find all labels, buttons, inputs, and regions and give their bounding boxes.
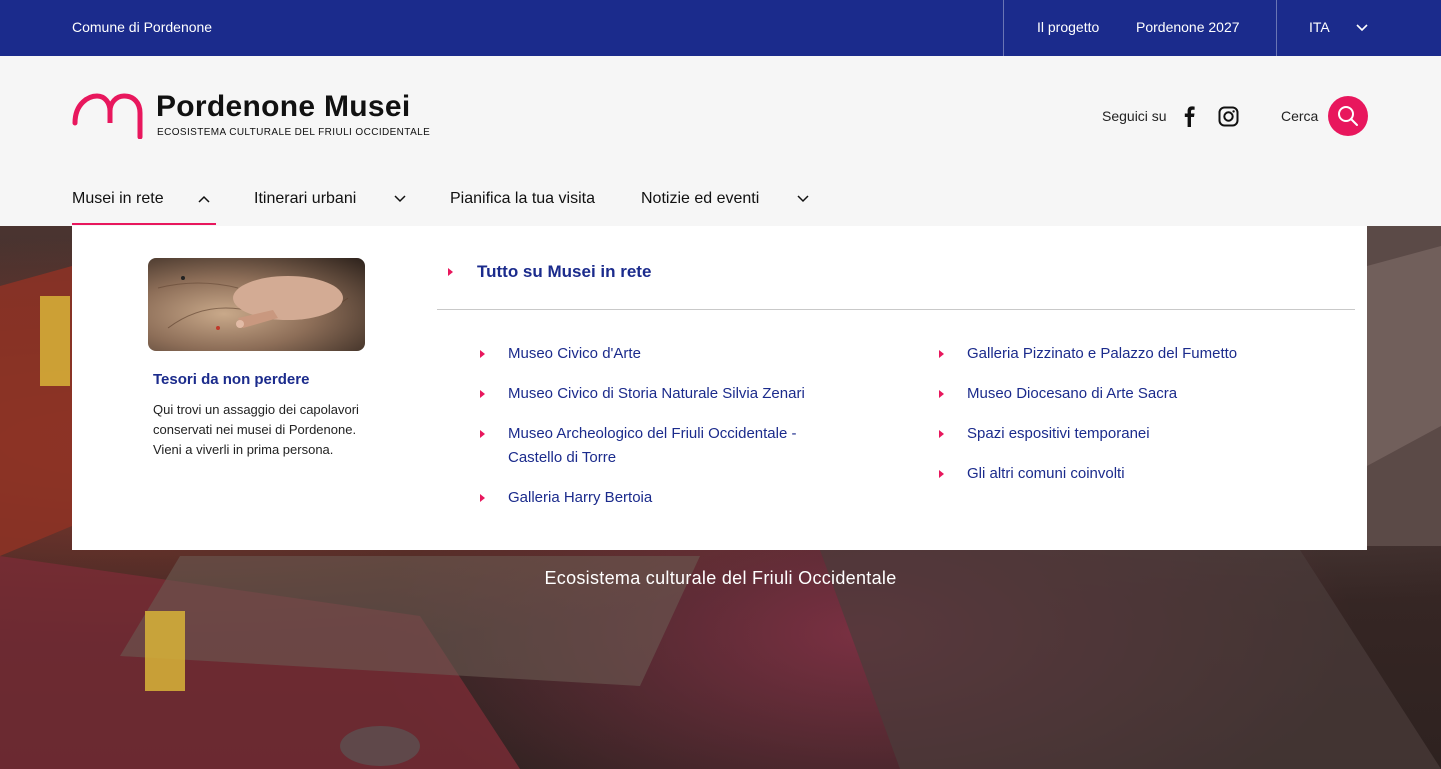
chevron-up-icon[interactable]: [197, 194, 211, 204]
language-selector[interactable]: ITA: [1309, 19, 1330, 35]
link-tutto-su-musei[interactable]: Tutto su Musei in rete: [477, 262, 651, 282]
arrow-right-icon: [939, 430, 944, 438]
link-museo-civico-arte[interactable]: Museo Civico d'Arte: [508, 342, 848, 366]
link-pordenone-2027[interactable]: Pordenone 2027: [1136, 19, 1240, 35]
top-bar: Comune di Pordenone Il progetto Pordenon…: [0, 0, 1441, 56]
link-museo-archeologico[interactable]: Museo Archeologico del Friuli Occidental…: [508, 422, 838, 470]
arrow-right-icon: [939, 470, 944, 478]
link-galleria-harry-bertoia[interactable]: Galleria Harry Bertoia: [508, 486, 848, 510]
nav-pianifica-visita[interactable]: Pianifica la tua visita: [450, 190, 595, 208]
search-icon: [1338, 106, 1358, 126]
chevron-down-icon[interactable]: [796, 194, 810, 204]
hero-tagline: Ecosistema culturale del Friuli Occident…: [544, 568, 897, 588]
nav-itinerari-urbani[interactable]: Itinerari urbani: [254, 190, 356, 208]
arrow-right-icon: [480, 350, 485, 358]
nav-active-indicator: [72, 223, 216, 225]
chevron-down-icon[interactable]: [393, 194, 407, 204]
arrow-right-icon: [939, 350, 944, 358]
topbar-divider: [1276, 0, 1277, 56]
follow-label: Seguici su: [1102, 108, 1167, 124]
logo-mark-icon[interactable]: [72, 93, 144, 139]
mega-menu-musei: Tesori da non perdere Qui trovi un assag…: [72, 226, 1367, 550]
promo-description: Qui trovi un assaggio dei capolavori con…: [153, 402, 359, 457]
nav-musei-in-rete[interactable]: Musei in rete: [72, 190, 164, 208]
search-label[interactable]: Cerca: [1281, 108, 1318, 124]
topbar-divider: [1003, 0, 1004, 56]
promo-image[interactable]: [148, 258, 365, 351]
arrow-right-icon: [448, 268, 453, 276]
arrow-right-icon: [939, 390, 944, 398]
arrow-right-icon: [480, 430, 485, 438]
arrow-right-icon: [480, 494, 485, 502]
menu-divider: [437, 309, 1355, 310]
facebook-icon[interactable]: [1180, 105, 1198, 127]
logo-title[interactable]: Pordenone Musei: [156, 90, 411, 124]
link-museo-storia-naturale[interactable]: Museo Civico di Storia Naturale Silvia Z…: [508, 382, 848, 406]
link-spazi-espositivi[interactable]: Spazi espositivi temporanei: [967, 422, 1327, 446]
link-museo-diocesano[interactable]: Museo Diocesano di Arte Sacra: [967, 382, 1327, 406]
instagram-icon[interactable]: [1218, 106, 1239, 127]
link-altri-comuni[interactable]: Gli altri comuni coinvolti: [967, 462, 1327, 486]
promo-title[interactable]: Tesori da non perdere: [153, 371, 309, 388]
link-galleria-pizzinato[interactable]: Galleria Pizzinato e Palazzo del Fumetto: [967, 342, 1327, 366]
search-button[interactable]: [1328, 96, 1368, 136]
nav-notizie-eventi[interactable]: Notizie ed eventi: [641, 190, 759, 208]
link-il-progetto[interactable]: Il progetto: [1037, 19, 1099, 35]
site-header: Pordenone Musei ECOSISTEMA CULTURALE DEL…: [0, 56, 1441, 226]
map-hand-image: [157, 276, 349, 330]
comune-link[interactable]: Comune di Pordenone: [72, 19, 212, 35]
logo-subtitle: ECOSISTEMA CULTURALE DEL FRIULI OCCIDENT…: [157, 127, 431, 138]
chevron-down-icon[interactable]: [1355, 20, 1369, 34]
arrow-right-icon: [480, 390, 485, 398]
